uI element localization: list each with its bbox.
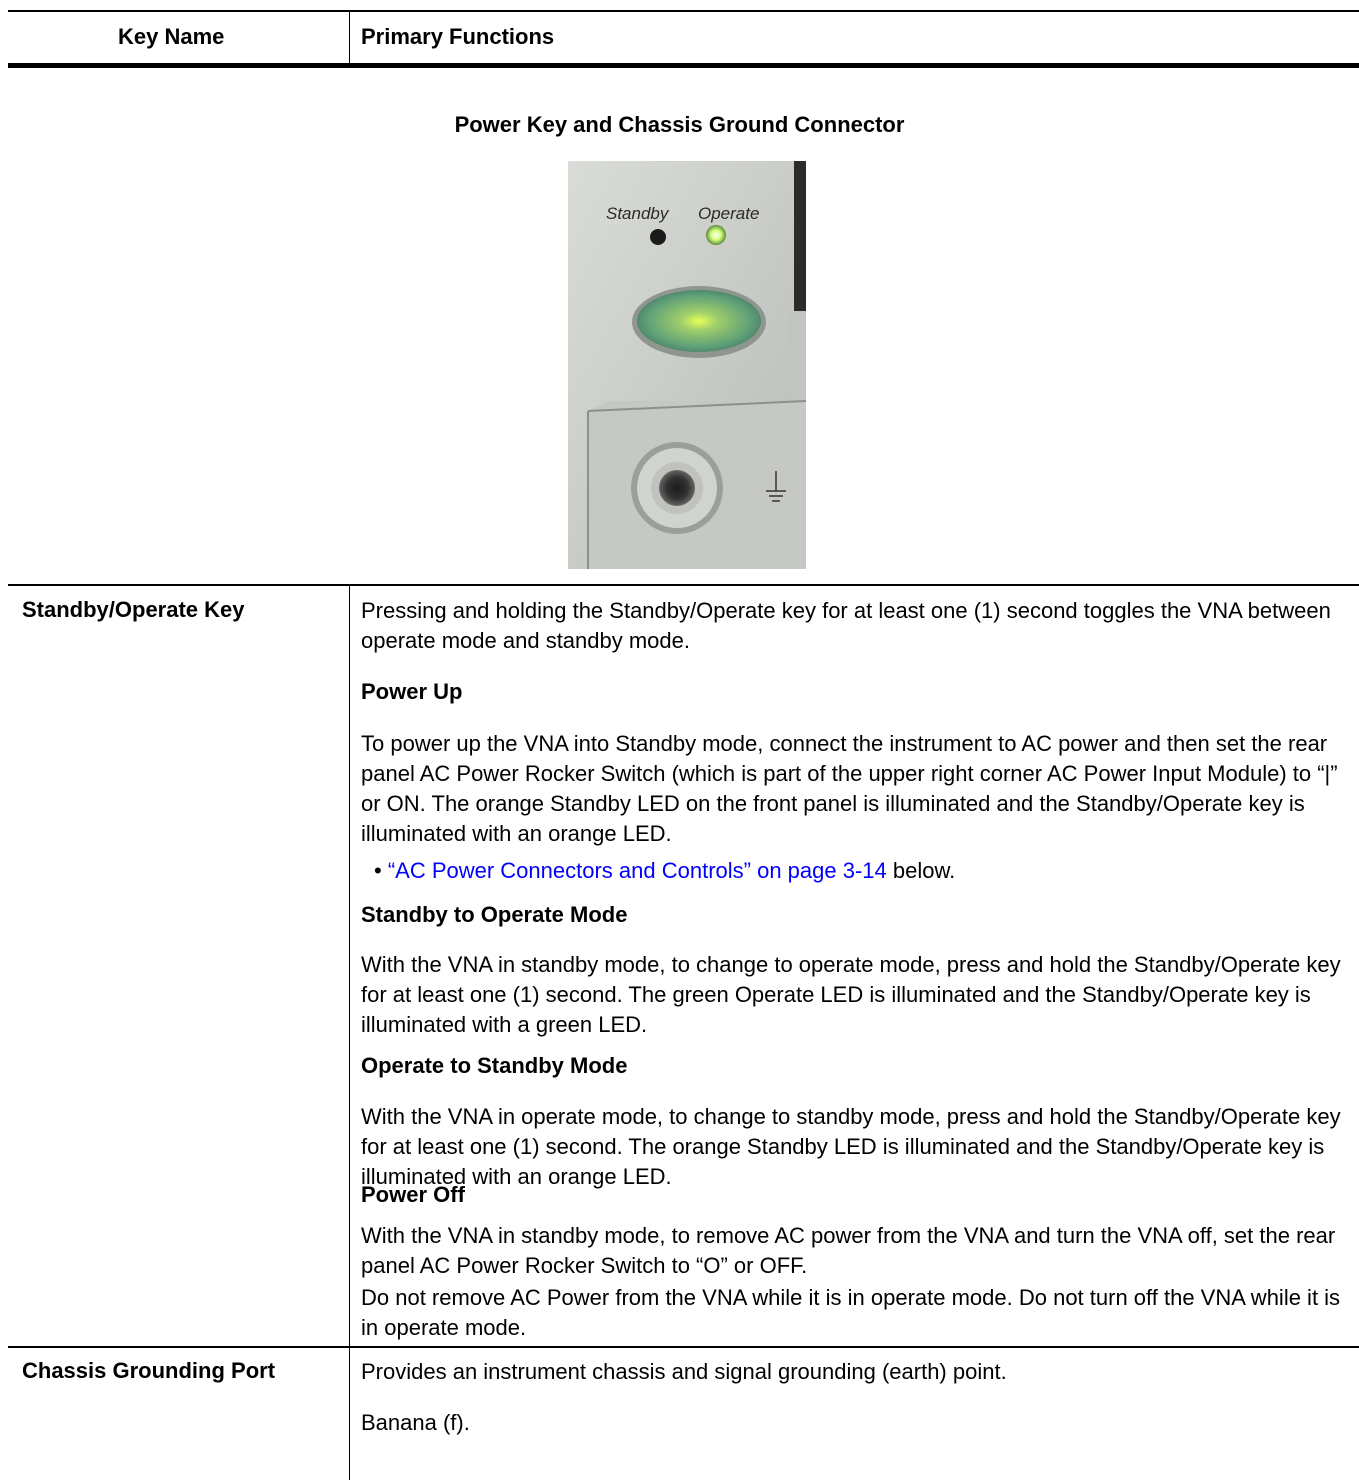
ground-text-1: Provides an instrument chassis and signa…	[361, 1359, 1007, 1384]
standby-led	[650, 229, 666, 245]
operate-to-standby-text: With the VNA in operate mode, to change …	[361, 1104, 1341, 1189]
operate-led-label: Operate	[698, 204, 759, 223]
operate-led	[706, 225, 726, 245]
row1-top-rule	[8, 584, 1359, 586]
power-key-photo: Standby Operate	[568, 161, 807, 569]
header-top-rule	[8, 10, 1359, 12]
power-up-text: To power up the VNA into Standby mode, c…	[361, 731, 1338, 846]
standby-to-operate-heading: Standby to Operate Mode	[361, 902, 628, 927]
row2-top-rule	[8, 1346, 1359, 1348]
standby-led-label: Standby	[606, 204, 670, 223]
operate-to-standby-heading: Operate to Standby Mode	[361, 1053, 628, 1078]
chassis-grounding-port-label: Chassis Grounding Port	[22, 1358, 276, 1383]
standby-operate-key[interactable]	[637, 290, 761, 352]
standby-intro-text: Pressing and holding the Standby/Operate…	[361, 598, 1331, 653]
power-off-text: With the VNA in standby mode, to remove …	[361, 1223, 1336, 1278]
ac-power-connectors-link[interactable]: “AC Power Connectors and Controls” on pa…	[388, 858, 887, 883]
power-off-note: Do not remove AC Power from the VNA whil…	[361, 1285, 1341, 1340]
row-divider-vertical	[349, 585, 350, 1480]
bullet-marker: •	[374, 858, 382, 883]
standby-operate-key-label: Standby/Operate Key	[22, 597, 245, 622]
header-bottom-rule	[8, 63, 1359, 68]
bullet-suffix: below.	[886, 858, 956, 883]
power-up-heading: Power Up	[361, 679, 463, 704]
standby-to-operate-text: With the VNA in standby mode, to change …	[361, 952, 1341, 1037]
power-up-bullet: • “AC Power Connectors and Controls” on …	[374, 856, 1359, 886]
figure-caption: Power Key and Chassis Ground Connector	[454, 112, 905, 137]
chassis-grounding-port[interactable]	[659, 470, 695, 506]
ground-text-2: Banana (f).	[361, 1410, 470, 1435]
header-divider	[349, 11, 350, 65]
header-key-name: Key Name	[118, 24, 225, 49]
power-off-heading: Power Off	[361, 1182, 465, 1207]
header-primary-functions: Primary Functions	[361, 24, 555, 49]
